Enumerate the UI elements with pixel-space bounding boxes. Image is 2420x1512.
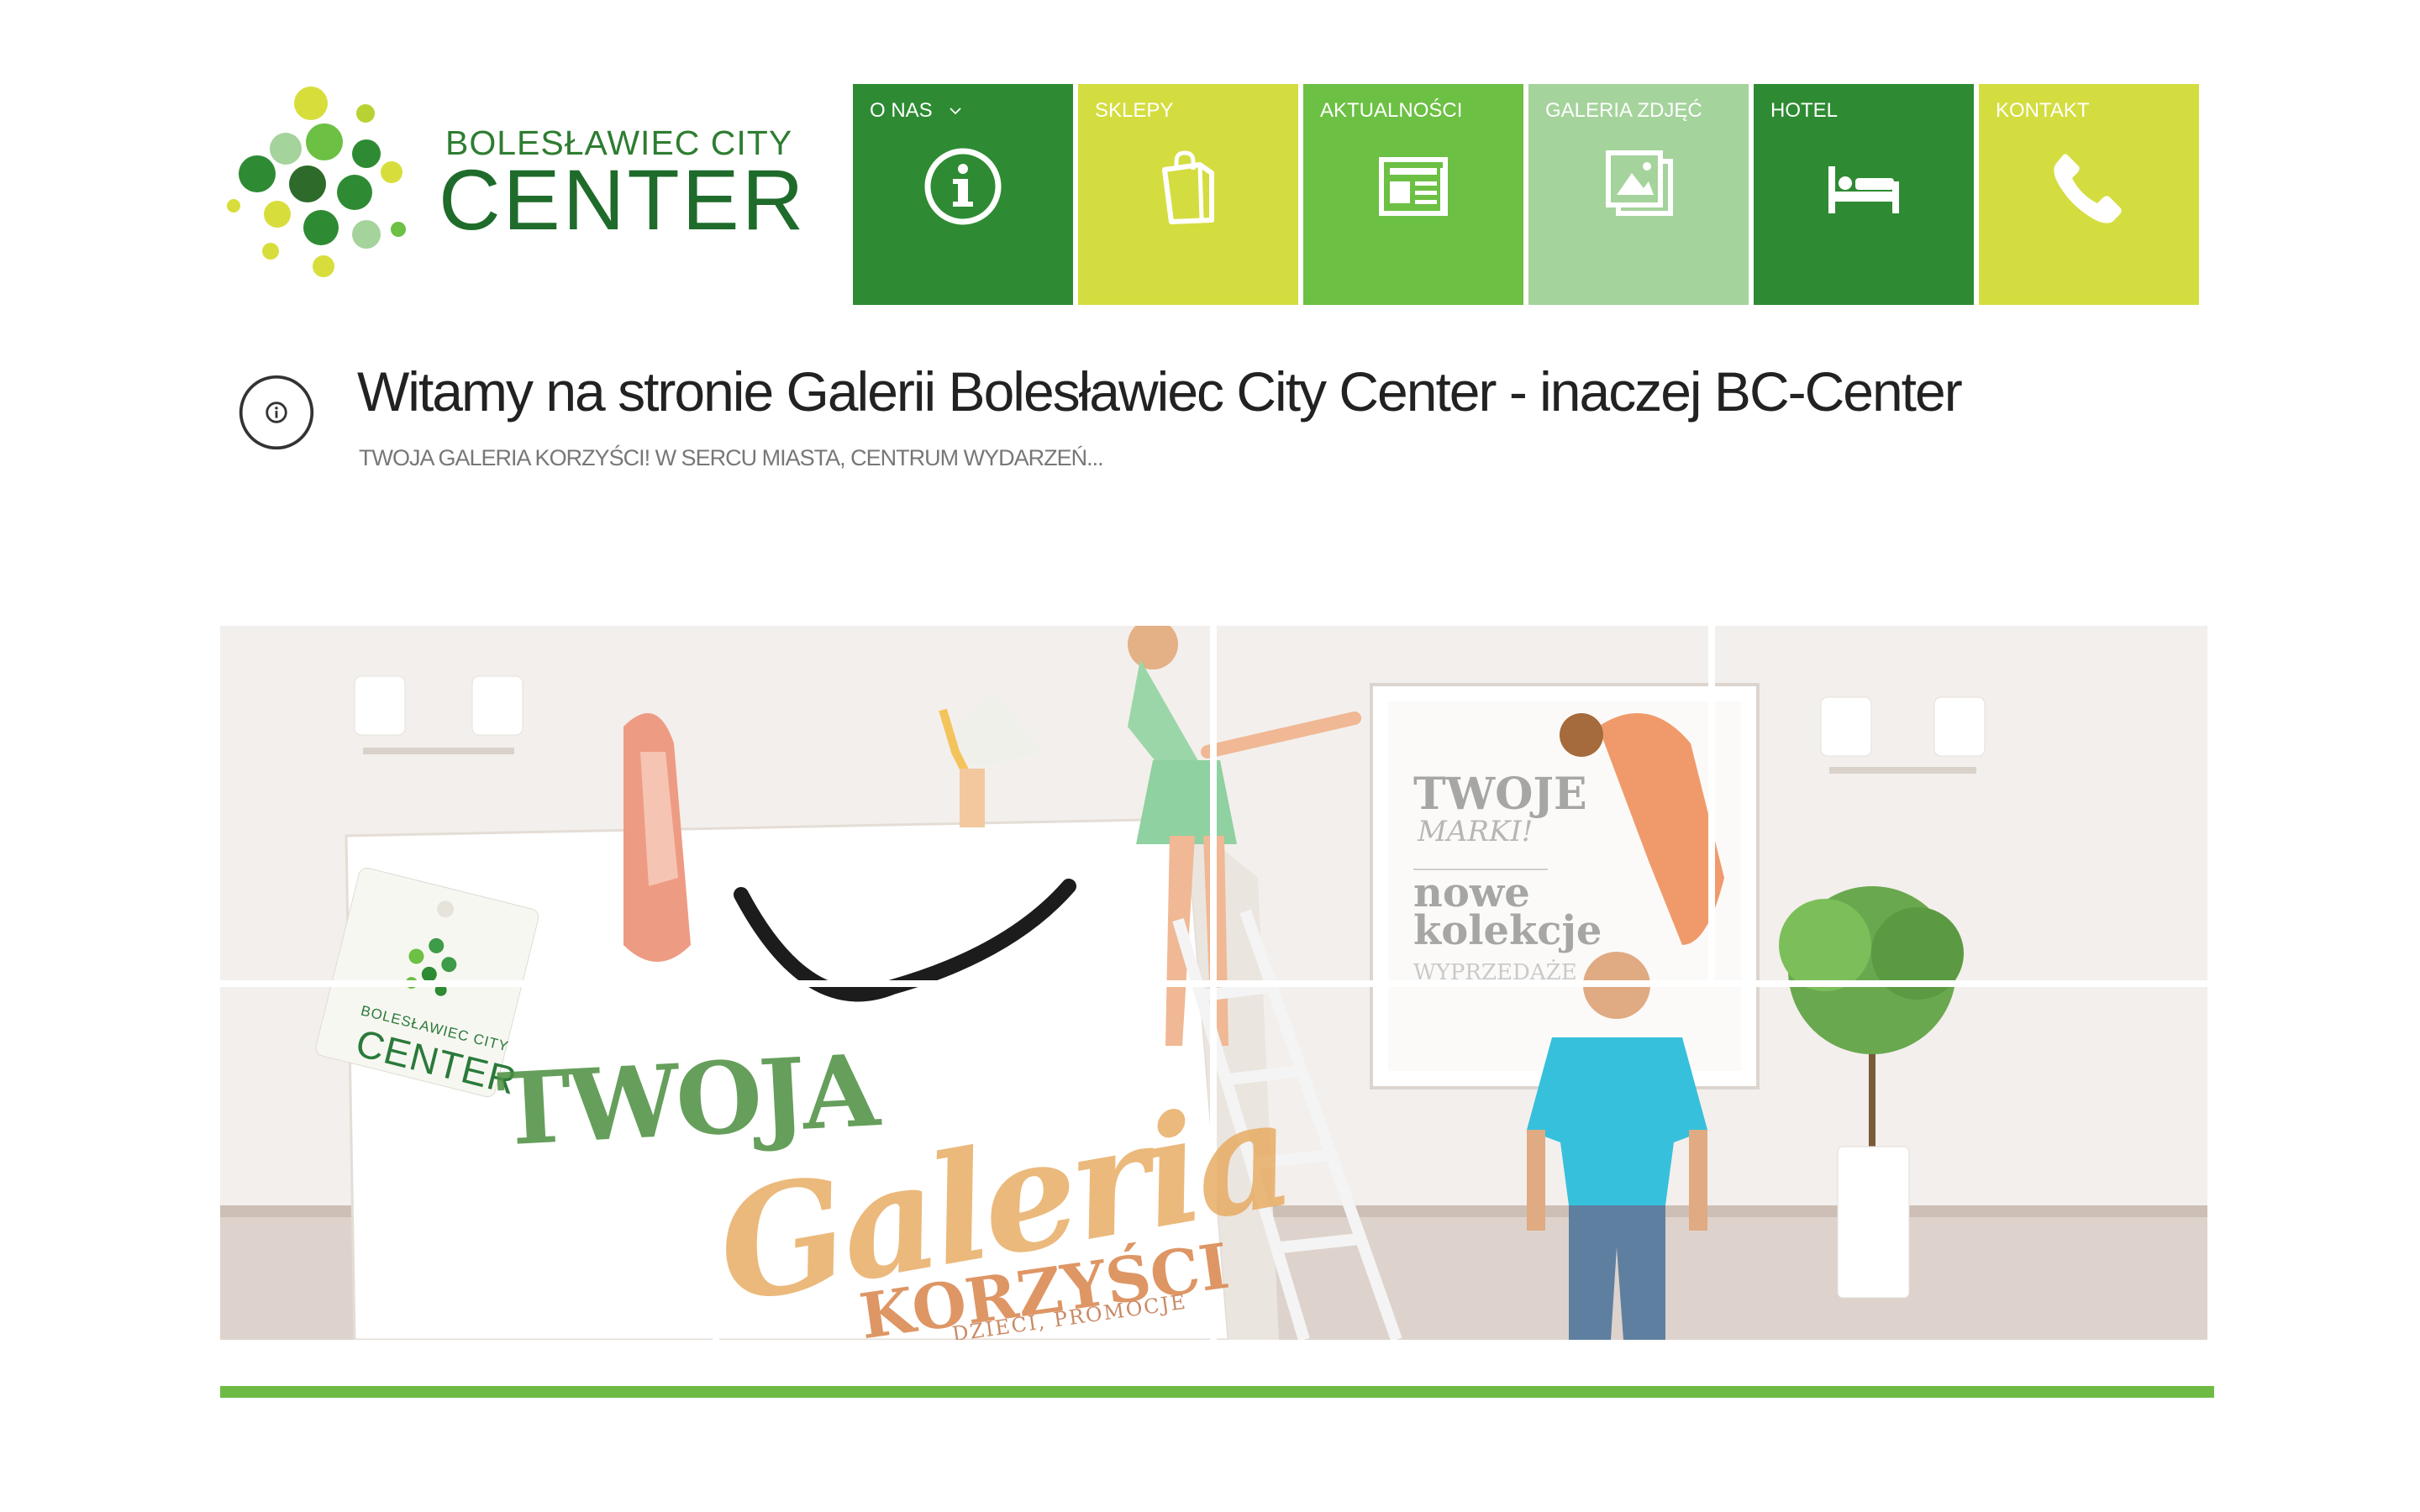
main-nav: O NAS SKLEPY AKTUALNOŚCI GALERIA ZDJĘĆ H… — [853, 84, 2199, 305]
nav-tile-label: SKLEPY — [1095, 99, 1174, 122]
gallery-icon — [1606, 150, 1673, 216]
page-subtitle: TWOJA GALERIA KORZYŚCI! W SERCU MIASTA, … — [359, 445, 1104, 470]
nav-tile-label: GALERIA ZDJĘĆ — [1545, 99, 1702, 122]
nav-tile-label: O NAS — [870, 99, 933, 122]
nav-tile-hotel[interactable]: HOTEL — [1754, 84, 1974, 305]
shopping-bag-icon — [1162, 150, 1214, 224]
site-logo[interactable]: BOLESŁAWIEC CITY CENTER — [227, 80, 803, 281]
nav-tile-aktualnosci[interactable]: AKTUALNOŚCI — [1303, 84, 1523, 305]
poster-text-4: kolekcje — [1413, 907, 1602, 954]
nav-tile-label: KONTAKT — [1996, 99, 2090, 122]
phone-icon — [2054, 154, 2122, 223]
info-circle-icon — [239, 375, 314, 450]
nav-tile-label: HOTEL — [1770, 99, 1839, 122]
hero-banner[interactable]: BOLESŁAWIEC CITY CENTER TWOJA Galeria KO… — [220, 626, 2207, 1340]
nav-tile-o-nas[interactable]: O NAS — [853, 84, 1073, 305]
nav-tile-kontakt[interactable]: KONTAKT — [1979, 84, 2199, 305]
newspaper-icon — [1379, 157, 1448, 216]
poster-text-2: MARKI! — [1418, 815, 1534, 848]
page: BOLESŁAWIEC CITY CENTER O NAS SKLEPY AKT… — [0, 0, 2420, 1512]
nav-tile-galeria[interactable]: GALERIA ZDJĘĆ — [1528, 84, 1749, 305]
accent-divider — [220, 1386, 2214, 1398]
logo-dots-icon — [227, 87, 406, 277]
nav-tile-sklepy[interactable]: SKLEPY — [1078, 84, 1298, 305]
poster-text-1: TWOJE — [1413, 769, 1587, 820]
poster-text-5: WYPRZEDAŻE — [1413, 960, 1577, 985]
info-icon — [924, 148, 1002, 225]
bed-icon — [1828, 166, 1899, 213]
page-title: Witamy na stronie Galerii Bolesławiec Ci… — [357, 360, 1963, 423]
chevron-down-icon[interactable] — [947, 102, 964, 119]
nav-tile-label: AKTUALNOŚCI — [1320, 99, 1463, 122]
brand-line2: CENTER — [439, 152, 807, 248]
